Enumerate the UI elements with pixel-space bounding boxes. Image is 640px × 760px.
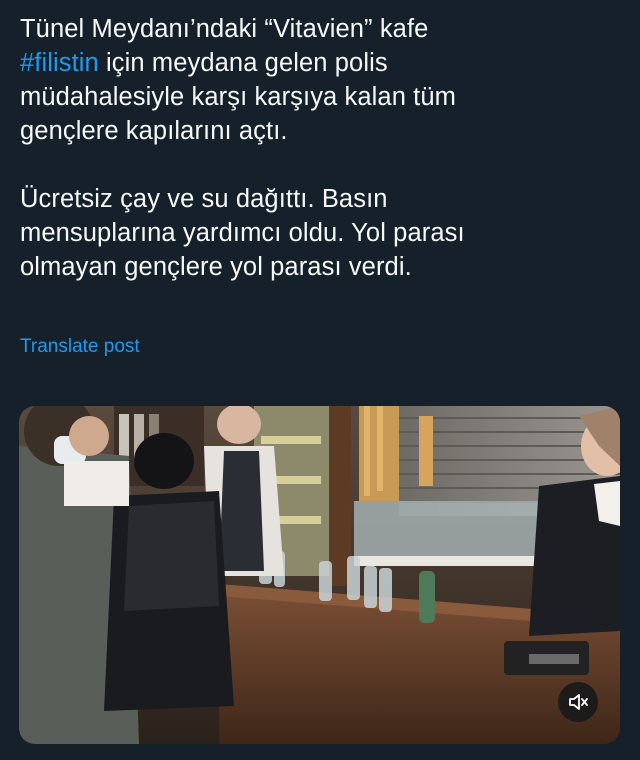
hashtag-link[interactable]: #filistin	[20, 49, 99, 77]
post-line: gençlere kapılarını açtı.	[20, 117, 288, 145]
translate-post-link[interactable]: Translate post	[20, 336, 140, 358]
speaker-muted-icon	[569, 694, 588, 710]
post-text: Tünel Meydanı’ndaki “Vitavien” kafe #fil…	[20, 12, 620, 284]
post-line: için meydana gelen polis	[98, 49, 388, 77]
post-paragraph-1: Tünel Meydanı’ndaki “Vitavien” kafe #fil…	[20, 12, 620, 148]
video-player[interactable]	[19, 406, 620, 744]
post-line: olmayan gençlere yol parası verdi.	[20, 253, 412, 281]
post-paragraph-2: Ücretsiz çay ve su dağıttı. Basın mensup…	[20, 182, 620, 284]
post-line: mensuplarına yardımcı oldu. Yol parası	[20, 219, 465, 247]
post-line: müdahalesiyle karşı karşıya kalan tüm	[20, 83, 456, 111]
mute-button[interactable]	[558, 682, 598, 722]
video-frame	[19, 406, 620, 744]
post-line: Ücretsiz çay ve su dağıttı. Basın	[20, 185, 388, 213]
post-line: Tünel Meydanı’ndaki “Vitavien” kafe	[20, 15, 429, 43]
